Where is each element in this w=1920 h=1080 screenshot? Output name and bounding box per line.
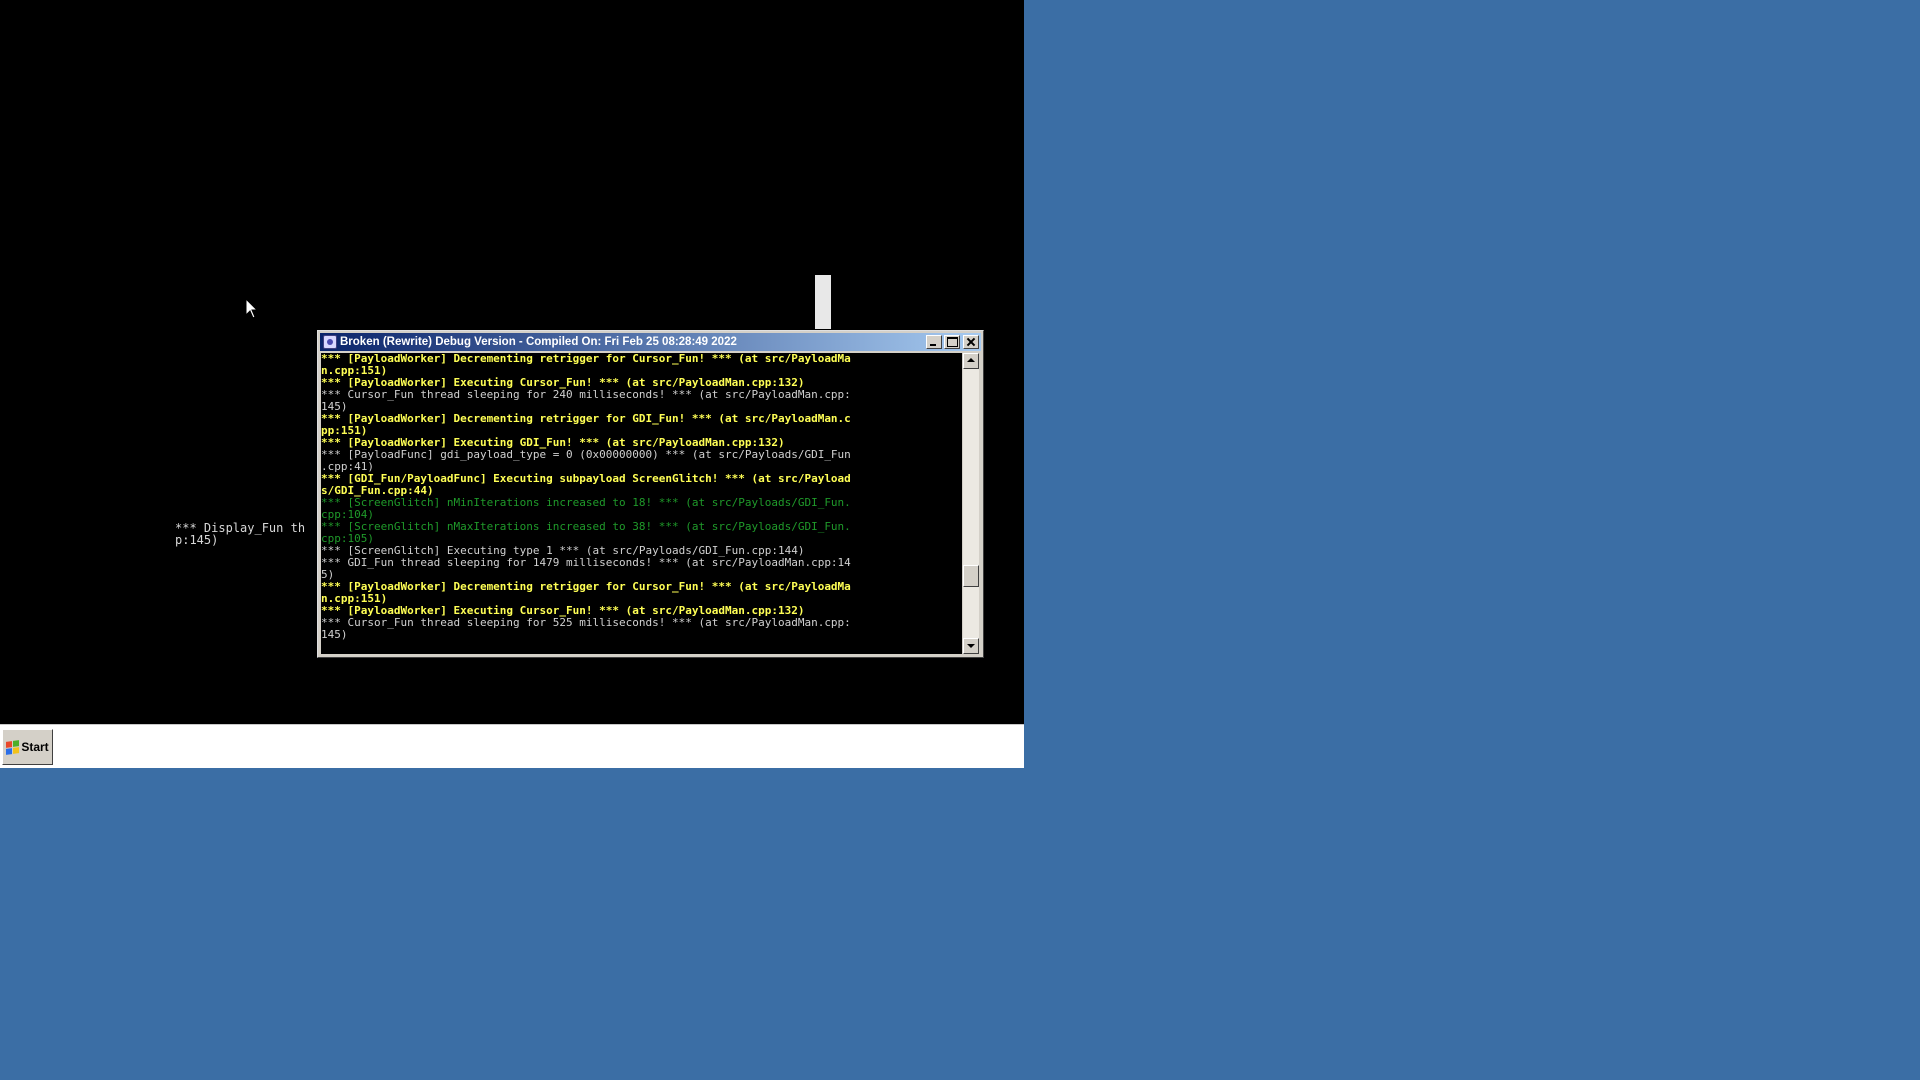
console-line: *** [PayloadFunc] gdi_payload_type = 0 (…: [321, 449, 851, 461]
console-line: .cpp:41): [321, 461, 374, 473]
console-line: *** Cursor_Fun thread sleeping for 240 m…: [321, 389, 851, 401]
stray-console-text: *** Display_Fun th p:145): [175, 522, 325, 546]
windows-logo-icon: [6, 739, 20, 755]
console-line: *** [PayloadWorker] Executing Cursor_Fun…: [321, 377, 805, 389]
scroll-thumb[interactable]: [963, 565, 979, 587]
maximize-button[interactable]: [944, 335, 960, 349]
title-bar[interactable]: Broken (Rewrite) Debug Version - Compile…: [320, 333, 981, 351]
scroll-down-arrow-icon[interactable]: [963, 638, 979, 654]
console-line: *** [ScreenGlitch] Executing type 1 *** …: [321, 545, 805, 557]
console-window: Broken (Rewrite) Debug Version - Compile…: [317, 330, 984, 658]
console-line: 145): [321, 629, 348, 641]
console-line: cpp:104): [321, 509, 374, 521]
console-line: *** [PayloadWorker] Executing Cursor_Fun…: [321, 605, 805, 617]
mouse-cursor-icon: [245, 298, 259, 319]
console-line: *** GDI_Fun thread sleeping for 1479 mil…: [321, 557, 851, 569]
minimize-button[interactable]: [926, 335, 942, 349]
glitch-artifact: [815, 275, 831, 329]
console-line: *** [PayloadWorker] Decrementing retrigg…: [321, 353, 851, 365]
console-line: *** [ScreenGlitch] nMaxIterations increa…: [321, 521, 851, 533]
console-line: 5): [321, 569, 335, 581]
console-line: n.cpp:151): [321, 593, 388, 605]
console-line: *** [PayloadWorker] Decrementing retrigg…: [321, 581, 851, 593]
console-line: *** [ScreenGlitch] nMinIterations increa…: [321, 497, 851, 509]
scroll-up-arrow-icon[interactable]: [963, 353, 979, 369]
start-label: Start: [21, 740, 49, 754]
console-line: n.cpp:151): [321, 365, 388, 377]
console-line: *** [GDI_Fun/PayloadFunc] Executing subp…: [321, 473, 851, 485]
console-lines: *** [PayloadWorker] Decrementing retrigg…: [321, 353, 962, 641]
console-line: *** [PayloadWorker] Executing GDI_Fun! *…: [321, 437, 785, 449]
console-line: 145): [321, 401, 348, 413]
console-line: s/GDI_Fun.cpp:44): [321, 485, 434, 497]
console-line: *** Cursor_Fun thread sleeping for 525 m…: [321, 617, 851, 629]
console-line: cpp:105): [321, 533, 374, 545]
window-title: Broken (Rewrite) Debug Version - Compile…: [340, 336, 737, 348]
stray-text-line: p:145): [175, 533, 219, 547]
vm-screen: *** Display_Fun th p:145) Broken (Rewrite…: [0, 0, 1024, 768]
console-output[interactable]: *** [PayloadWorker] Decrementing retrigg…: [321, 353, 962, 654]
app-icon[interactable]: [323, 335, 337, 349]
console-line: *** [PayloadWorker] Decrementing retrigg…: [321, 413, 851, 425]
taskbar: Start: [0, 724, 1024, 768]
console-line: pp:151): [321, 425, 368, 437]
close-button[interactable]: [963, 335, 979, 349]
start-button[interactable]: Start: [2, 729, 53, 765]
vertical-scrollbar[interactable]: [963, 353, 979, 654]
